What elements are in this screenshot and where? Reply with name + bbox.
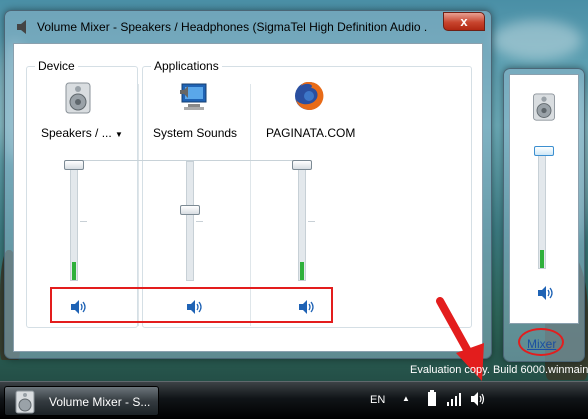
speaker-icon xyxy=(65,82,91,114)
device-selector[interactable]: Speakers / ... ▼ xyxy=(41,126,123,140)
language-indicator[interactable]: EN xyxy=(370,394,385,406)
volume-popup xyxy=(503,68,585,362)
speaker-icon xyxy=(533,93,555,121)
chevron-down-icon: ▼ xyxy=(115,130,123,139)
annotation-highlight-box xyxy=(50,287,333,323)
app-volume-track[interactable] xyxy=(186,161,194,281)
slider-tick xyxy=(196,221,203,222)
speaker-mute-icon[interactable] xyxy=(537,285,555,301)
app-peak-meter xyxy=(300,262,304,280)
device-group-label: Device xyxy=(35,59,78,73)
firefox-icon xyxy=(295,81,324,110)
sync-line xyxy=(78,160,310,161)
device-volume-slider[interactable] xyxy=(64,160,84,170)
title-bar[interactable]: Volume Mixer - Speakers / Headphones (Si… xyxy=(5,11,491,41)
app-name: PAGINATA.COM xyxy=(266,126,356,140)
taskbar-button-volume-mixer[interactable]: Volume Mixer - S... xyxy=(4,386,159,416)
master-volume-slider[interactable] xyxy=(534,146,554,156)
applications-group-label: Applications xyxy=(151,59,222,73)
device-peak-meter xyxy=(72,262,76,280)
app-volume-slider[interactable] xyxy=(292,160,312,170)
speaker-icon xyxy=(15,390,35,414)
volume-icon[interactable] xyxy=(470,390,486,408)
window-title: Volume Mixer - Speakers / Headphones (Si… xyxy=(37,20,427,34)
system-sounds-icon xyxy=(180,83,207,110)
slider-tick xyxy=(308,221,315,222)
watermark-text: Evaluation copy. Build 6000.winmain xyxy=(410,364,588,376)
device-name: Speakers / ... xyxy=(41,126,112,140)
volume-mixer-window: Volume Mixer - Speakers / Headphones (Si… xyxy=(4,10,492,359)
power-icon[interactable] xyxy=(424,390,440,408)
master-peak-meter xyxy=(540,250,544,268)
app-volume-slider[interactable] xyxy=(180,204,200,215)
close-button[interactable]: x xyxy=(443,12,485,31)
background-cloud xyxy=(492,20,582,60)
taskbar: Volume Mixer - S... EN ▲ xyxy=(0,381,588,419)
slider-tick xyxy=(80,221,87,222)
taskbar-button-label: Volume Mixer - S... xyxy=(49,395,151,409)
annotation-highlight-ellipse xyxy=(518,328,564,356)
mixer-content: Device Applications Speakers / ... ▼ Sys… xyxy=(13,43,483,352)
show-hidden-icons-icon[interactable]: ▲ xyxy=(402,394,410,403)
volume-popup-content xyxy=(509,74,579,324)
network-icon[interactable] xyxy=(446,390,462,408)
app-name: System Sounds xyxy=(153,126,238,140)
speaker-icon xyxy=(17,20,26,34)
